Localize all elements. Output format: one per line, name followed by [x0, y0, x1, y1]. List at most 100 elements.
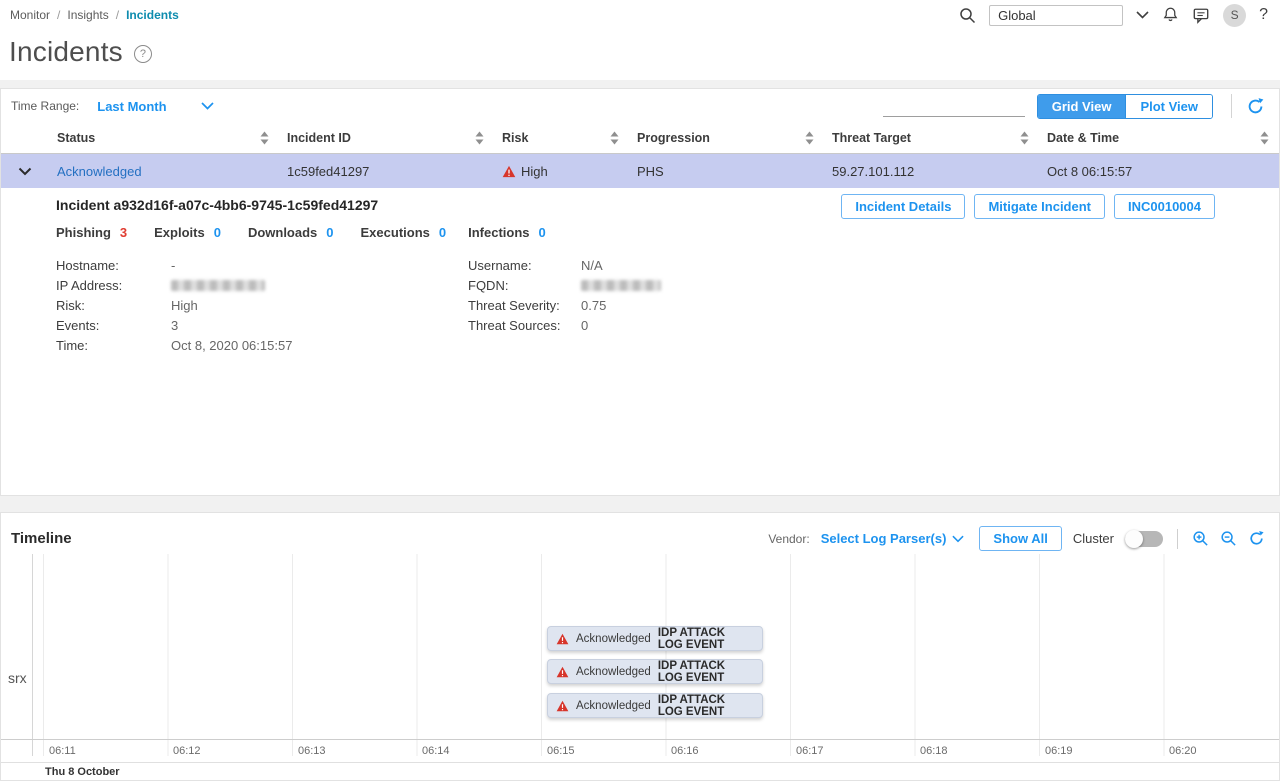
plot-view-button[interactable]: Plot View [1125, 95, 1212, 118]
phishing-count-value[interactable]: 3 [120, 225, 127, 240]
column-header-progression[interactable]: Progression [629, 123, 824, 153]
downloads-count-label: Downloads [248, 225, 317, 240]
column-header-status[interactable]: Status [49, 123, 279, 153]
timeline-title: Timeline [11, 530, 72, 547]
field-fqdn: FQDN: [468, 275, 661, 295]
toolbar-divider [1231, 94, 1232, 118]
field-threat-severity: Threat Severity: 0.75 [468, 295, 661, 315]
chevron-down-icon [1136, 11, 1149, 19]
sort-icon[interactable] [1260, 131, 1269, 145]
row-expander[interactable] [1, 167, 49, 176]
timeline-event-badge[interactable]: Acknowledged IDP ATTACK LOG EVENT [547, 659, 763, 684]
event-status: Acknowledged [576, 666, 651, 678]
breadcrumb-separator: / [116, 8, 119, 22]
feedback-button[interactable] [1192, 7, 1210, 24]
executions-count-label: Executions [361, 225, 430, 240]
infections-count-value[interactable]: 0 [539, 225, 546, 240]
exploits-count-label: Exploits [154, 225, 205, 240]
event-label: IDP ATTACK LOG EVENT [658, 694, 754, 718]
time-range-chevron-icon[interactable] [201, 102, 214, 110]
axis-tick: 06:16 [671, 745, 699, 757]
phishing-count-label: Phishing [56, 225, 111, 240]
chevron-down-icon [18, 167, 32, 176]
global-search-button[interactable] [959, 7, 976, 24]
breadcrumb-monitor[interactable]: Monitor [10, 8, 50, 22]
redacted-value [581, 280, 661, 291]
event-label: IDP ATTACK LOG EVENT [658, 660, 754, 684]
axis-tick: 06:20 [1169, 745, 1197, 757]
timeline-date-row: Thu 8 October [1, 762, 1279, 781]
notifications-button[interactable] [1162, 6, 1179, 24]
downloads-count-value[interactable]: 0 [326, 225, 333, 240]
warning-triangle-icon [502, 165, 516, 178]
zoom-in-button[interactable] [1192, 530, 1209, 547]
table-row[interactable]: Acknowledged 1c59fed41297 High PHS 59.27… [1, 154, 1279, 188]
timeline-event-badge[interactable]: Acknowledged IDP ATTACK LOG EVENT [547, 626, 763, 651]
sort-icon[interactable] [610, 131, 619, 145]
sort-icon[interactable] [805, 131, 814, 145]
timeline-chart: srx Acknowledged IDP ATTACK LOG EVENT Ac… [1, 554, 1279, 739]
row-progression: PHS [629, 164, 824, 179]
row-incident-id: 1c59fed41297 [279, 164, 494, 179]
event-status: Acknowledged [576, 633, 651, 645]
grid-toolbar: Time Range: Last Month Grid View Plot Vi… [1, 89, 1279, 123]
refresh-button[interactable] [1246, 97, 1265, 116]
field-risk: Risk: High [56, 295, 468, 315]
global-scope-dropdown-button[interactable] [1136, 11, 1149, 19]
incidents-grid-card: Time Range: Last Month Grid View Plot Vi… [0, 88, 1280, 496]
timeline-refresh-button[interactable] [1248, 530, 1265, 547]
zoom-out-icon [1220, 530, 1237, 547]
time-range-value[interactable]: Last Month [97, 99, 166, 114]
field-events: Events: 3 [56, 315, 468, 335]
chevron-down-icon [952, 535, 964, 543]
breadcrumb-insights[interactable]: Insights [67, 8, 108, 22]
global-scope-input[interactable] [989, 5, 1123, 26]
comment-icon [1192, 7, 1210, 24]
column-header-threat-target[interactable]: Threat Target [824, 123, 1039, 153]
show-all-button[interactable]: Show All [979, 526, 1061, 551]
warning-triangle-icon [556, 633, 569, 645]
help-button[interactable]: ? [1259, 6, 1268, 24]
timeline-card: Timeline Vendor: Select Log Parser(s) Sh… [0, 512, 1280, 781]
field-hostname: Hostname: - [56, 255, 468, 275]
timeline-axis-line [32, 740, 33, 756]
toggle-knob [1125, 530, 1143, 548]
detail-fields-left: Hostname: - IP Address: Risk: High Event… [56, 255, 468, 355]
sort-icon[interactable] [475, 131, 484, 145]
time-range-label: Time Range: [11, 99, 79, 113]
sort-icon[interactable] [260, 131, 269, 145]
timeline-axis-line [32, 554, 33, 739]
zoom-in-icon [1192, 530, 1209, 547]
breadcrumb: Monitor / Insights / Incidents [10, 8, 179, 22]
incident-details-button[interactable]: Incident Details [841, 194, 965, 219]
cluster-toggle[interactable] [1125, 531, 1163, 547]
row-risk: High [494, 164, 629, 179]
page-help-icon[interactable]: ? [134, 45, 152, 63]
warning-triangle-icon [556, 666, 569, 678]
zoom-out-button[interactable] [1220, 530, 1237, 547]
row-threat-target: 59.27.101.112 [824, 164, 1039, 179]
field-time: Time: Oct 8, 2020 06:15:57 [56, 335, 468, 355]
field-threat-sources: Threat Sources: 0 [468, 315, 661, 335]
axis-tick: 06:11 [49, 745, 76, 757]
grid-view-button[interactable]: Grid View [1038, 95, 1126, 118]
timeline-event-badge[interactable]: Acknowledged IDP ATTACK LOG EVENT [547, 693, 763, 718]
exploits-count-value[interactable]: 0 [214, 225, 221, 240]
row-status[interactable]: Acknowledged [49, 164, 279, 179]
breadcrumb-incidents[interactable]: Incidents [126, 8, 179, 22]
sort-icon[interactable] [1020, 131, 1029, 145]
mitigate-incident-button[interactable]: Mitigate Incident [974, 194, 1105, 219]
user-avatar[interactable]: S [1223, 4, 1246, 27]
log-parser-select[interactable]: Select Log Parser(s) [821, 531, 965, 546]
column-header-risk[interactable]: Risk [494, 123, 629, 153]
grid-search-input[interactable] [883, 99, 1063, 116]
redacted-value [171, 280, 265, 291]
column-header-date-time[interactable]: Date & Time [1039, 123, 1279, 153]
axis-tick: 06:15 [547, 745, 575, 757]
search-icon [959, 7, 976, 24]
ticket-number-button[interactable]: INC0010004 [1114, 194, 1215, 219]
executions-count-value[interactable]: 0 [439, 225, 446, 240]
axis-tick: 06:19 [1045, 745, 1073, 757]
column-header-incident-id[interactable]: Incident ID [279, 123, 494, 153]
timeline-row-label: srx [8, 670, 27, 686]
